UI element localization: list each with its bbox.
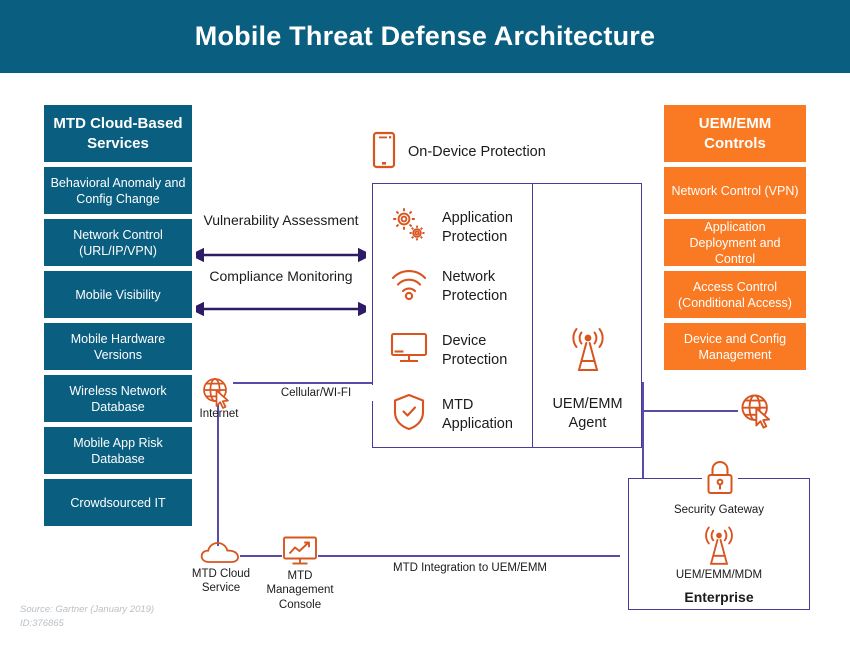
right-item-access-control[interactable]: Access Control (Conditional Access) — [664, 271, 806, 318]
wifi-icon — [388, 266, 430, 307]
external-internet-node — [738, 392, 778, 435]
left-item-network-control[interactable]: Network Control (URL/IP/VPN) — [44, 219, 192, 266]
connector-center-to-external-globe — [642, 410, 738, 412]
source-line-1: Source: Gartner (January 2019) — [20, 604, 155, 615]
shield-check-icon — [388, 392, 430, 437]
page-title: Mobile Threat Defense Architecture — [194, 21, 656, 51]
arrow-vulnerability-assessment — [196, 248, 366, 262]
device-protection-label: Device Protection — [442, 333, 508, 368]
security-gateway-label: Security Gateway — [673, 504, 765, 516]
internet-label: Internet — [199, 408, 239, 420]
source-note: Source: Gartner (January 2019) ID:376865 — [20, 603, 154, 631]
security-gateway-node — [703, 458, 737, 503]
enterprise-title: Enterprise — [684, 589, 754, 605]
mtd-cloud-services-column: MTD Cloud-Based Services Behavioral Anom… — [44, 105, 192, 526]
source-line-2: ID:376865 — [20, 617, 64, 629]
left-item-behavioral-anomaly[interactable]: Behavioral Anomaly and Config Change — [44, 167, 192, 214]
on-device-panel-divider — [532, 183, 533, 448]
left-item-wireless-network-database[interactable]: Wireless Network Database — [44, 375, 192, 422]
arrow-label-compliance-monitoring: Compliance Monitoring — [209, 268, 353, 284]
left-column-header: MTD Cloud-Based Services — [44, 105, 192, 162]
mobile-phone-icon — [372, 131, 396, 174]
agent-icon-wrap — [560, 325, 616, 382]
row-network-protection: Network Protection — [388, 266, 528, 307]
mtd-application-label: MTD Application — [442, 397, 513, 432]
network-protection-label: Network Protection — [442, 269, 508, 304]
on-device-protection-label: On-Device Protection — [408, 144, 546, 161]
padlock-icon — [703, 458, 737, 503]
mtd-cloud-service-label: MTD Cloud Service — [191, 568, 251, 595]
left-item-mobile-app-risk-database[interactable]: Mobile App Risk Database — [44, 427, 192, 474]
on-device-protection-header: On-Device Protection — [372, 131, 546, 174]
arrow-label-vulnerability-assessment: Vulnerability Assessment — [203, 212, 359, 228]
connector-cloud-to-console — [240, 555, 282, 557]
right-item-application-deployment[interactable]: Application Deployment and Control — [664, 219, 806, 266]
mtd-integration-label: MTD Integration to UEM/EMM — [392, 562, 547, 574]
left-item-mobile-visibility[interactable]: Mobile Visibility — [44, 271, 192, 318]
connector-internet-to-center — [233, 382, 372, 384]
row-mtd-application: MTD Application — [388, 392, 528, 437]
cellular-wifi-label: Cellular/WI-FI — [255, 385, 377, 401]
globe-cursor-icon — [738, 392, 778, 435]
row-device-protection: Device Protection — [388, 330, 528, 371]
right-item-device-config-management[interactable]: Device and Config Management — [664, 323, 806, 370]
antenna-tower-icon — [560, 325, 616, 382]
application-protection-label: Application Protection — [442, 210, 513, 245]
uem-emm-controls-column: UEM/EMM Controls Network Control (VPN) A… — [664, 105, 806, 370]
mtd-management-console-label: MTD Management Console — [266, 570, 334, 611]
gears-icon — [388, 204, 430, 251]
right-column-header: UEM/EMM Controls — [664, 105, 806, 162]
right-item-network-control-vpn[interactable]: Network Control (VPN) — [664, 167, 806, 214]
arrow-compliance-monitoring — [196, 302, 366, 316]
diagram-canvas: Mobile Threat Defense Architecture MTD C… — [0, 0, 850, 645]
left-item-mobile-hardware-versions[interactable]: Mobile Hardware Versions — [44, 323, 192, 370]
row-application-protection: Application Protection — [388, 204, 528, 251]
uem-emm-mdm-label: UEM/EMM/MDM — [675, 569, 763, 581]
monitor-icon — [388, 330, 430, 371]
title-bar: Mobile Threat Defense Architecture — [0, 0, 850, 73]
left-item-crowdsourced-it[interactable]: Crowdsourced IT — [44, 479, 192, 526]
uem-emm-agent-label: UEM/EMM Agent — [552, 396, 623, 431]
connector-console-to-enterprise — [318, 555, 620, 557]
